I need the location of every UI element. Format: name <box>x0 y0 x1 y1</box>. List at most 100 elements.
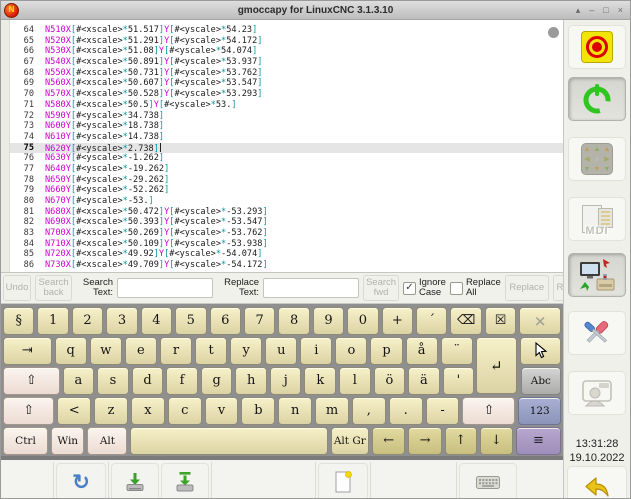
key-t[interactable]: t <box>195 337 227 365</box>
edit-mode-button[interactable] <box>568 253 626 297</box>
key-w[interactable]: w <box>90 337 122 365</box>
code-line[interactable]: 70N570X[#<xscale>*50.528]Y[#<yscale>*53.… <box>10 89 563 100</box>
key-e[interactable]: e <box>125 337 157 365</box>
code-line[interactable]: 69N560X[#<xscale>*50.607]Y[#<yscale>*53.… <box>10 78 563 89</box>
key-s[interactable]: s <box>97 367 129 395</box>
key-z[interactable]: z <box>94 397 128 425</box>
key-b[interactable]: b <box>241 397 275 425</box>
key-caps-lock[interactable]: ⇧ <box>3 367 60 395</box>
key-q[interactable]: q <box>55 337 87 365</box>
estop-button[interactable] <box>568 25 626 69</box>
key-5[interactable]: 5 <box>175 307 206 335</box>
key-menu[interactable]: ≡ <box>516 427 561 455</box>
code-line[interactable]: 81N680X[#<xscale>*50.472]Y[#<yscale>*-53… <box>10 207 563 218</box>
key-alt-gr[interactable]: Alt Gr <box>331 427 369 455</box>
search-fwd-button[interactable]: Search fwd <box>363 275 399 301</box>
back-button[interactable] <box>567 466 627 499</box>
code-line[interactable]: 64N510X[#<xscale>*51.517]Y[#<yscale>*54.… <box>10 25 563 36</box>
key-arrow-up[interactable]: ↑ <box>445 427 477 455</box>
code-line[interactable]: 67N540X[#<xscale>*50.891]Y[#<yscale>*53.… <box>10 57 563 68</box>
key-x[interactable]: x <box>131 397 165 425</box>
code-line[interactable]: 84N710X[#<xscale>*50.109]Y[#<yscale>*-53… <box>10 239 563 250</box>
key-y[interactable]: y <box>230 337 262 365</box>
power-button[interactable] <box>568 77 626 121</box>
code-line[interactable]: 66N530X[#<xscale>*51.08]Y[#<yscale>*54.0… <box>10 46 563 57</box>
key-acute[interactable]: ´ <box>416 307 447 335</box>
key-o[interactable]: o <box>335 337 367 365</box>
key-close-keyboard[interactable]: × <box>519 307 561 335</box>
key-alt[interactable]: Alt <box>87 427 127 455</box>
key-arrow-left[interactable]: ← <box>372 427 405 455</box>
ignore-case-checkbox[interactable]: ✓ Ignore Case <box>403 278 446 298</box>
show-keyboard-button[interactable] <box>459 463 517 499</box>
settings-button[interactable] <box>568 311 626 355</box>
key-0[interactable]: 0 <box>347 307 378 335</box>
key-a[interactable]: a <box>63 367 95 395</box>
key-abc-mode[interactable]: Abc <box>521 367 561 395</box>
key-3[interactable]: 3 <box>106 307 137 335</box>
reload-file-button[interactable]: ↻ <box>56 463 106 499</box>
key-arrow-down[interactable]: ↓ <box>480 427 513 455</box>
code-line[interactable]: 71N580X[#<xscale>*50.5]Y[#<yscale>*53.] <box>10 100 563 111</box>
key-8[interactable]: 8 <box>278 307 309 335</box>
key-i[interactable]: i <box>300 337 332 365</box>
mdi-button[interactable]: MDI <box>568 197 626 241</box>
key-9[interactable]: 9 <box>313 307 344 335</box>
key-comma[interactable]: , <box>352 397 386 425</box>
key-arrow-right[interactable]: → <box>408 427 441 455</box>
rollup-button[interactable]: ▴ <box>576 6 581 15</box>
redo-button[interactable]: Redo <box>553 275 563 301</box>
new-file-button[interactable] <box>318 463 368 499</box>
key-§[interactable]: § <box>3 307 34 335</box>
key-space[interactable] <box>130 427 327 455</box>
code-line[interactable]: 65N520X[#<xscale>*51.291]Y[#<yscale>*54.… <box>10 36 563 47</box>
maximize-button[interactable]: □ <box>603 6 608 15</box>
code-line[interactable]: 85N720X[#<xscale>*49.92]Y[#<yscale>*-54.… <box>10 249 563 260</box>
key-h[interactable]: h <box>235 367 267 395</box>
key-shift-right[interactable]: ⇧ <box>462 397 515 425</box>
gcode-editor[interactable]: 64N510X[#<xscale>*51.517]Y[#<yscale>*54.… <box>1 20 563 273</box>
minimize-button[interactable]: – <box>589 6 594 15</box>
key-ö[interactable]: ö <box>374 367 406 395</box>
key-m[interactable]: m <box>315 397 349 425</box>
code-line[interactable]: 73N600Y[#<yscale>*18.738] <box>10 121 563 132</box>
key-f[interactable]: f <box>166 367 198 395</box>
code-line[interactable]: 77N640Y[#<yscale>*-19.262] <box>10 164 563 175</box>
key-u[interactable]: u <box>265 337 297 365</box>
code-line[interactable]: 79N660Y[#<yscale>*-52.262] <box>10 185 563 196</box>
code-line[interactable]: 83N700X[#<xscale>*50.269]Y[#<yscale>*-53… <box>10 228 563 239</box>
key-å[interactable]: å <box>406 337 438 365</box>
code-line[interactable]: 86N730X[#<xscale>*49.709]Y[#<yscale>*-54… <box>10 260 563 271</box>
key-diaeresis[interactable]: ¨ <box>441 337 473 365</box>
save-file-button[interactable] <box>111 463 159 499</box>
key-win[interactable]: Win <box>51 427 84 455</box>
key-enter[interactable]: ↵ <box>476 337 517 394</box>
code-line[interactable]: 80N670Y[#<yscale>*-53.] <box>10 196 563 207</box>
key-4[interactable]: 4 <box>141 307 172 335</box>
replace-input[interactable] <box>263 278 359 298</box>
code-line[interactable]: 68N550X[#<xscale>*50.731]Y[#<yscale>*53.… <box>10 68 563 79</box>
code-line[interactable]: 75N620Y[#<yscale>*2.738] <box>10 143 563 154</box>
close-button[interactable]: × <box>618 6 623 15</box>
code-line[interactable]: 72N590Y[#<yscale>*34.738] <box>10 111 563 122</box>
key-p[interactable]: p <box>370 337 402 365</box>
key-d[interactable]: d <box>132 367 164 395</box>
key-<[interactable]: < <box>57 397 91 425</box>
key-shift-left[interactable]: ⇧ <box>3 397 54 425</box>
key-tab[interactable]: ⇥ <box>3 337 52 365</box>
key-6[interactable]: 6 <box>210 307 241 335</box>
key-l[interactable]: l <box>339 367 371 395</box>
key-backspace[interactable]: ⌫ <box>450 307 481 335</box>
code-line[interactable]: 74N610Y[#<yscale>*14.738] <box>10 132 563 143</box>
undo-button[interactable]: Undo <box>3 275 31 301</box>
key-v[interactable]: v <box>205 397 239 425</box>
key-j[interactable]: j <box>270 367 302 395</box>
save-as-button[interactable] <box>161 463 209 499</box>
replace-button[interactable]: Replace <box>505 275 549 301</box>
manual-jog-button[interactable]: ▲▲▲ ◀■▶ ▼▼▼ <box>568 137 626 181</box>
replace-all-checkbox[interactable]: Replace All <box>450 278 501 298</box>
key-apostrophe[interactable]: ' <box>443 367 475 395</box>
key-2[interactable]: 2 <box>72 307 103 335</box>
code-line[interactable]: 76N630Y[#<yscale>*-1.262] <box>10 153 563 164</box>
key-+[interactable]: + <box>382 307 413 335</box>
